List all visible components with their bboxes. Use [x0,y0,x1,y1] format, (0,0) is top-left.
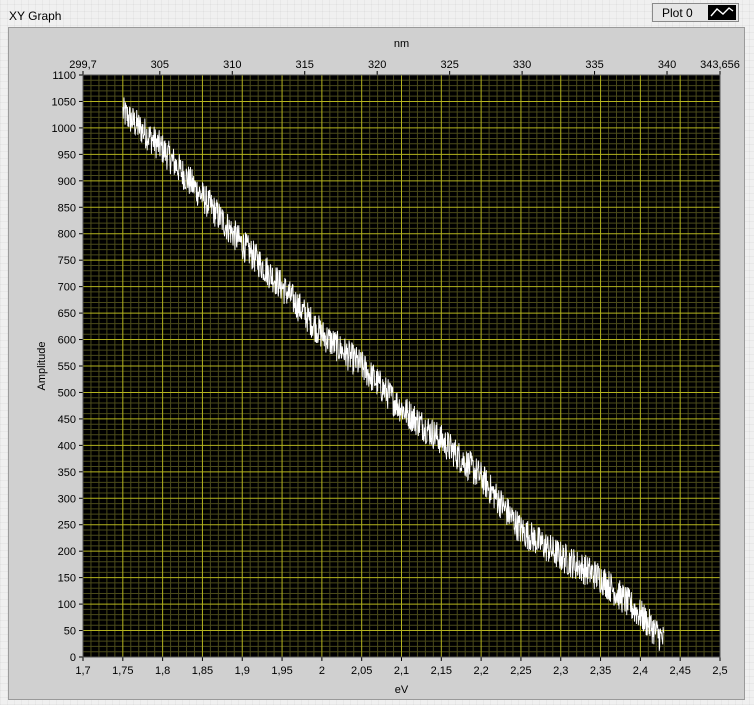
y-tick-label: 650 [58,308,76,320]
x-tick-label: 2,5 [712,665,727,677]
y-tick-label: 300 [58,493,76,505]
x-tick-label: 2,15 [431,665,452,677]
x-tick-label: 1,8 [155,665,170,677]
x2-tick-label: 330 [513,59,531,71]
graph-panel: 1,7 1,75 1,8 1,85 1,9 1,95 2 2,05 2,1 2,15 2,2 2,25… [8,27,745,700]
y-tick-label: 50 [64,626,76,638]
y-tick-label: 150 [58,573,76,585]
y-tick-label: 600 [58,335,76,347]
y-tick-label: 350 [58,467,76,479]
x2-tick-label: 325 [440,59,458,71]
y-tick-label: 1000 [52,123,76,135]
y-axis-label: Amplitude [36,342,48,391]
x-tick-label: 2,1 [394,665,409,677]
x2-tick-label: 299,7 [69,59,97,71]
y-tick-label: 750 [58,255,76,267]
y-tick-label: 800 [58,229,76,241]
y-tick-label: 450 [58,414,76,426]
y-tick-label: 550 [58,361,76,373]
y-tick-label: 850 [58,202,76,214]
y-tick-label: 100 [58,599,76,611]
x-tick-label: 1,95 [271,665,292,677]
y-tick-label: 400 [58,440,76,452]
x-tick-label: 2,05 [351,665,372,677]
x-tick-label: 2 [319,665,325,677]
legend-plot-label: Plot 0 [662,5,693,20]
y-tick-label: 900 [58,176,76,188]
x2-tick-label: 305 [151,59,169,71]
graph-title: XY Graph [9,9,62,23]
x-tick-label: 1,9 [235,665,250,677]
x-axis-label: eV [395,684,409,696]
x-tick-label: 1,75 [112,665,133,677]
y-tick-label: 950 [58,149,76,161]
y-tick-label: 500 [58,387,76,399]
x2-tick-label: 340 [658,59,676,71]
x-tick-label: 2,35 [590,665,611,677]
x-tick-label: 2,3 [553,665,568,677]
x2-tick-label: 343,656 [700,59,740,71]
x2-tick-label: 335 [585,59,603,71]
x2-tick-label: 310 [223,59,241,71]
y-tick-label: 1100 [52,70,76,82]
x2-tick-label: 315 [296,59,314,71]
x-tick-label: 1,85 [192,665,213,677]
y-tick-label: 250 [58,520,76,532]
x2-axis-label: nm [394,38,409,50]
x-tick-label: 2,2 [473,665,488,677]
x-tick-label: 1,7 [75,665,90,677]
x-tick-label: 2,4 [633,665,648,677]
x-tick-label: 2,25 [510,665,531,677]
y-tick-label: 0 [70,652,76,664]
y-tick-label: 700 [58,282,76,294]
x2-tick-label: 320 [368,59,386,71]
xy-graph[interactable]: 1,7 1,75 1,8 1,85 1,9 1,95 2 2,05 2,1 2,15 2,2 2,25… [9,28,746,701]
y-tick-label: 1050 [52,96,76,108]
plot-legend[interactable]: Plot 0 [652,3,739,22]
line-plot-icon [708,5,736,20]
x-tick-label: 2,45 [669,665,690,677]
y-tick-label: 200 [58,546,76,558]
